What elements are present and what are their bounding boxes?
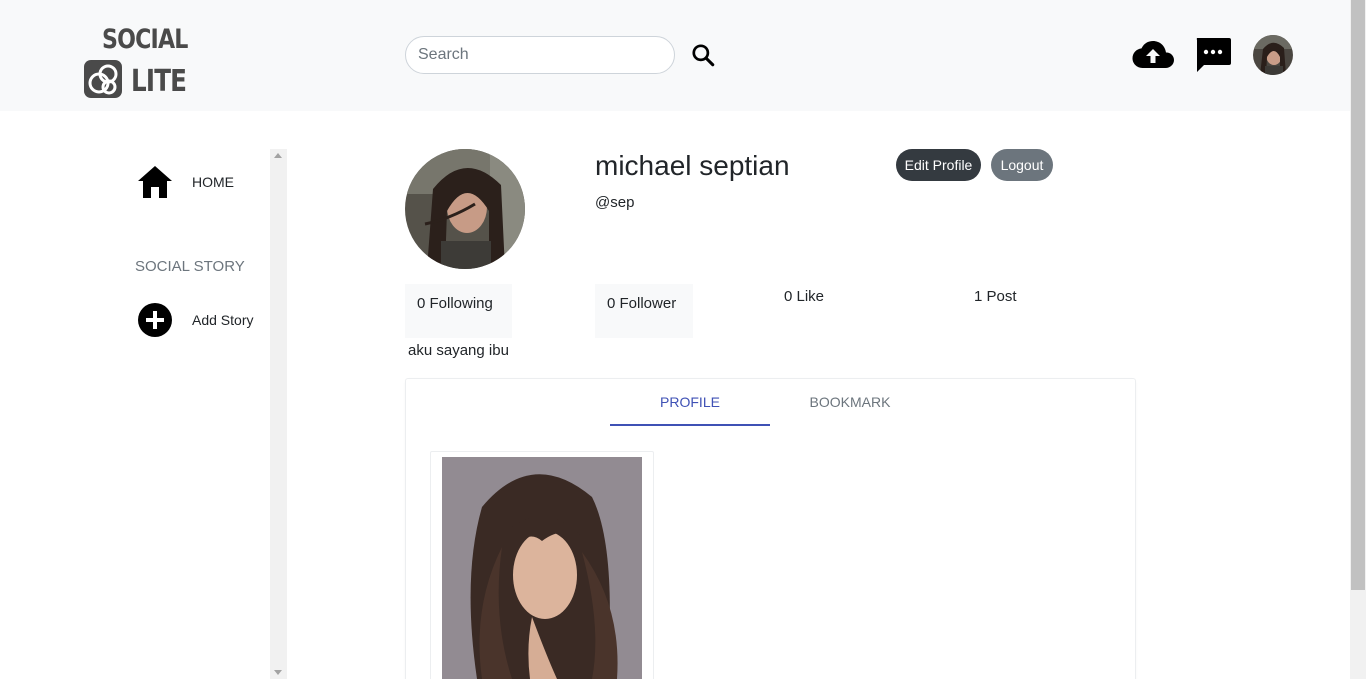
profile-avatar (405, 149, 525, 269)
cloud-upload-icon (1132, 41, 1174, 68)
post-photo (442, 457, 642, 679)
sidebar-section-title: SOCIAL STORY (135, 258, 245, 275)
search-input[interactable] (405, 36, 675, 74)
scroll-down-arrow-icon[interactable] (274, 670, 282, 675)
window-scrollbar-thumb[interactable] (1351, 0, 1365, 590)
messages-button[interactable] (1194, 36, 1232, 74)
search-icon (692, 44, 715, 67)
sidebar-item-label: Add Story (192, 312, 254, 328)
sidebar-item-add-story[interactable]: Add Story (136, 298, 270, 342)
profile-photo (405, 149, 525, 269)
scroll-up-arrow-icon[interactable] (274, 153, 282, 158)
logout-button[interactable]: Logout (991, 149, 1053, 181)
sidebar-item-home[interactable]: HOME (136, 160, 266, 204)
sidebar-scrollbar[interactable] (270, 149, 287, 679)
search-button[interactable] (688, 40, 718, 70)
home-icon (136, 163, 174, 201)
following-count[interactable]: 0 Following (405, 284, 512, 338)
avatar-photo (1253, 35, 1293, 75)
profile-username: @sep (595, 194, 635, 211)
brand-logo[interactable]: SOCIAL LITE (82, 24, 188, 102)
profile-name: michael septian (595, 150, 790, 181)
post-image[interactable] (442, 457, 642, 679)
tab-bookmark[interactable]: BOOKMARK (770, 379, 930, 426)
upload-button[interactable] (1131, 36, 1175, 74)
user-avatar[interactable] (1253, 35, 1293, 75)
tab-profile[interactable]: PROFILE (610, 379, 770, 426)
chat-icon (1196, 38, 1231, 72)
top-navbar: SOCIAL LITE (0, 0, 1350, 111)
logo-mark-icon (84, 60, 122, 98)
follower-count[interactable]: 0 Follower (595, 284, 693, 338)
profile-bio: aku sayang ibu (408, 342, 509, 359)
plus-circle-icon (136, 301, 174, 339)
post-count: 1 Post (974, 288, 1017, 305)
logo-text-bottom: LITE (131, 64, 187, 99)
like-count: 0 Like (784, 288, 825, 305)
sidebar-item-label: HOME (192, 174, 234, 190)
edit-profile-button[interactable]: Edit Profile (896, 149, 981, 181)
logo-text-top: SOCIAL (102, 24, 188, 55)
